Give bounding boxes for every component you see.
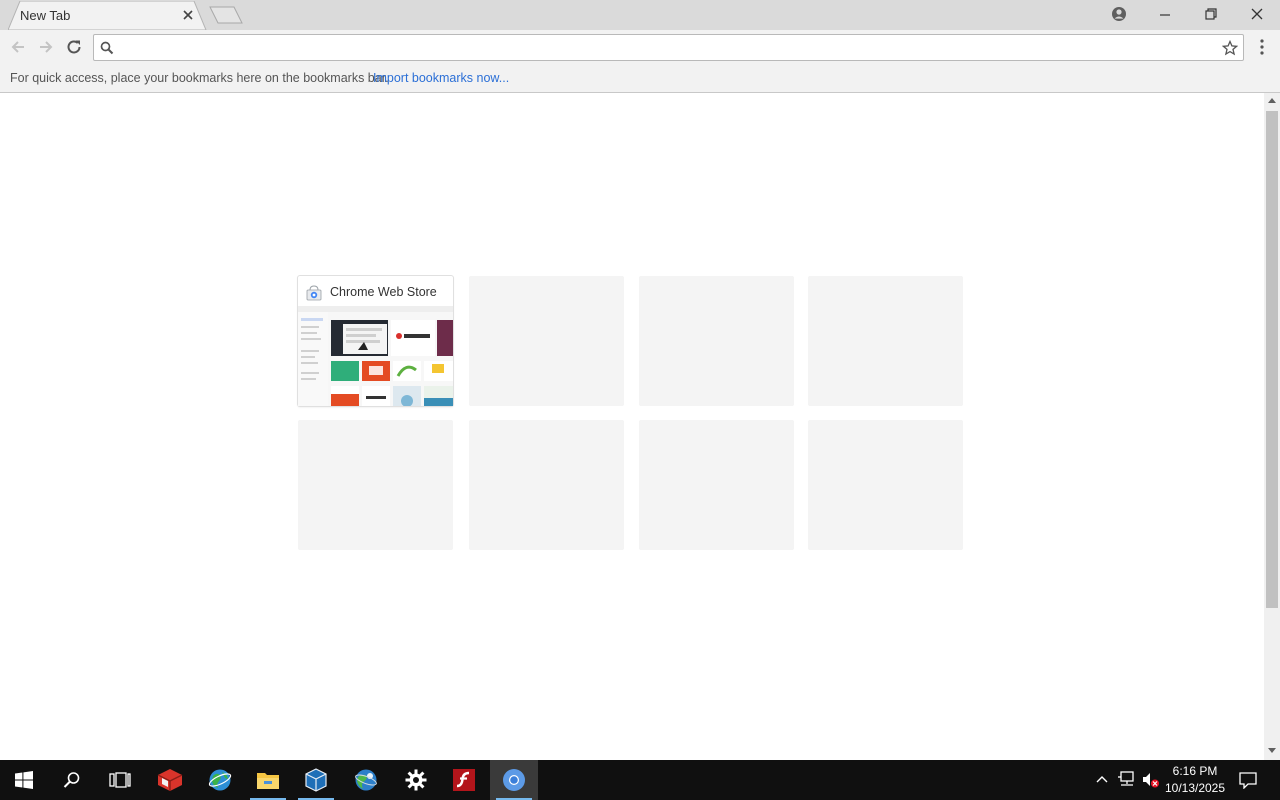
windows-logo-icon (15, 771, 33, 789)
tab-title: New Tab (20, 8, 71, 23)
taskbar-search-button[interactable] (48, 760, 96, 800)
chrome-web-store-icon (306, 285, 322, 301)
empty-tile (639, 276, 794, 406)
taskbar-virtualbox[interactable] (292, 760, 340, 800)
bookmarks-bar: For quick access, place your bookmarks h… (0, 64, 1280, 93)
forward-arrow-icon[interactable] (36, 37, 56, 57)
vertical-scrollbar[interactable] (1264, 93, 1280, 760)
taskbar-chrome[interactable] (490, 760, 538, 800)
bookmarks-hint: For quick access, place your bookmarks h… (10, 71, 389, 85)
notifications-icon[interactable] (1239, 771, 1257, 789)
task-view-button[interactable] (96, 760, 144, 800)
empty-tile (639, 420, 794, 550)
empty-tile (469, 276, 624, 406)
taskbar-settings[interactable] (392, 760, 440, 800)
folder-icon (257, 773, 279, 789)
new-tab-button[interactable] (208, 6, 244, 24)
reload-icon[interactable] (64, 37, 84, 57)
chrome-menu-icon[interactable] (1254, 38, 1270, 56)
empty-tile (469, 420, 624, 550)
tile-title: Chrome Web Store (330, 285, 437, 299)
red-cube-app-icon (157, 769, 183, 791)
address-input[interactable] (122, 37, 1212, 58)
close-window-button[interactable] (1245, 4, 1269, 24)
taskbar-app-globe[interactable] (196, 760, 244, 800)
scroll-up-arrow-icon[interactable] (1268, 97, 1276, 103)
windows-taskbar: 6:16 PM 10/13/2025 (0, 760, 1280, 800)
scroll-down-arrow-icon[interactable] (1268, 748, 1276, 754)
empty-tile (298, 420, 453, 550)
volume-muted-icon[interactable] (1142, 771, 1160, 789)
flash-icon (453, 769, 475, 791)
back-arrow-icon[interactable] (8, 37, 28, 57)
start-button[interactable] (0, 760, 48, 800)
tab-new-tab[interactable]: New Tab (8, 1, 207, 30)
restore-button[interactable] (1199, 4, 1223, 24)
empty-tile (808, 420, 963, 550)
taskbar-clock[interactable]: 6:16 PM 10/13/2025 (1160, 763, 1230, 797)
empty-tile (808, 276, 963, 406)
globe-app-icon (355, 769, 377, 791)
taskbar-file-explorer[interactable] (244, 760, 292, 800)
task-view-icon (109, 772, 131, 788)
browser-toolbar (0, 30, 1280, 64)
virtualbox-icon (305, 768, 327, 792)
close-tab-icon[interactable] (182, 9, 194, 21)
globe-app-icon (208, 769, 232, 791)
network-icon[interactable] (1118, 771, 1136, 787)
title-bar: New Tab (0, 0, 1280, 30)
search-icon (100, 41, 114, 55)
clock-date: 10/13/2025 (1164, 781, 1226, 795)
search-icon (63, 772, 80, 788)
new-tab-page: Chrome Web Store (0, 93, 1264, 760)
chevron-up-icon[interactable] (1096, 775, 1108, 783)
gear-icon (405, 769, 427, 791)
tile-thumbnail (298, 306, 453, 406)
address-bar[interactable] (93, 34, 1244, 61)
chrome-icon (503, 769, 525, 791)
import-bookmarks-link[interactable]: Import bookmarks now... (373, 71, 509, 85)
profile-icon[interactable] (1107, 4, 1131, 24)
bookmark-star-icon[interactable] (1222, 40, 1238, 56)
clock-time: 6:16 PM (1172, 764, 1218, 778)
minimize-button[interactable] (1153, 4, 1177, 24)
most-visited-tile[interactable]: Chrome Web Store (298, 276, 453, 406)
scrollbar-thumb[interactable] (1266, 111, 1278, 608)
taskbar-flash[interactable] (440, 760, 488, 800)
taskbar-app-red-cube[interactable] (146, 760, 194, 800)
taskbar-app-globe-2[interactable] (342, 760, 390, 800)
